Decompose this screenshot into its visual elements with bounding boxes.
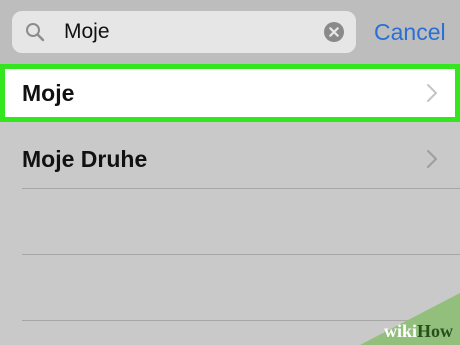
result-row-moje[interactable]: Moje	[0, 64, 460, 122]
row-separator	[22, 188, 460, 189]
chevron-right-icon	[426, 149, 438, 169]
contacts-search-screen: Moje Cancel Moje Moje Druhe wikiHow	[0, 0, 460, 345]
row-separator	[22, 254, 460, 255]
result-label: Moje Druhe	[22, 146, 148, 172]
watermark-text: wikiHow	[383, 321, 453, 341]
result-label: Moje	[22, 80, 75, 106]
clear-search-icon[interactable]	[324, 22, 344, 42]
search-query-text[interactable]: Moje	[64, 11, 110, 53]
search-bar: Moje Cancel	[0, 0, 460, 64]
result-row-moje-druhe[interactable]: Moje Druhe	[0, 130, 460, 188]
search-input[interactable]: Moje	[12, 11, 356, 53]
search-icon	[25, 22, 45, 42]
chevron-right-icon	[426, 83, 438, 103]
cancel-button[interactable]: Cancel	[374, 11, 446, 53]
wikihow-watermark: wikiHow	[360, 293, 460, 345]
